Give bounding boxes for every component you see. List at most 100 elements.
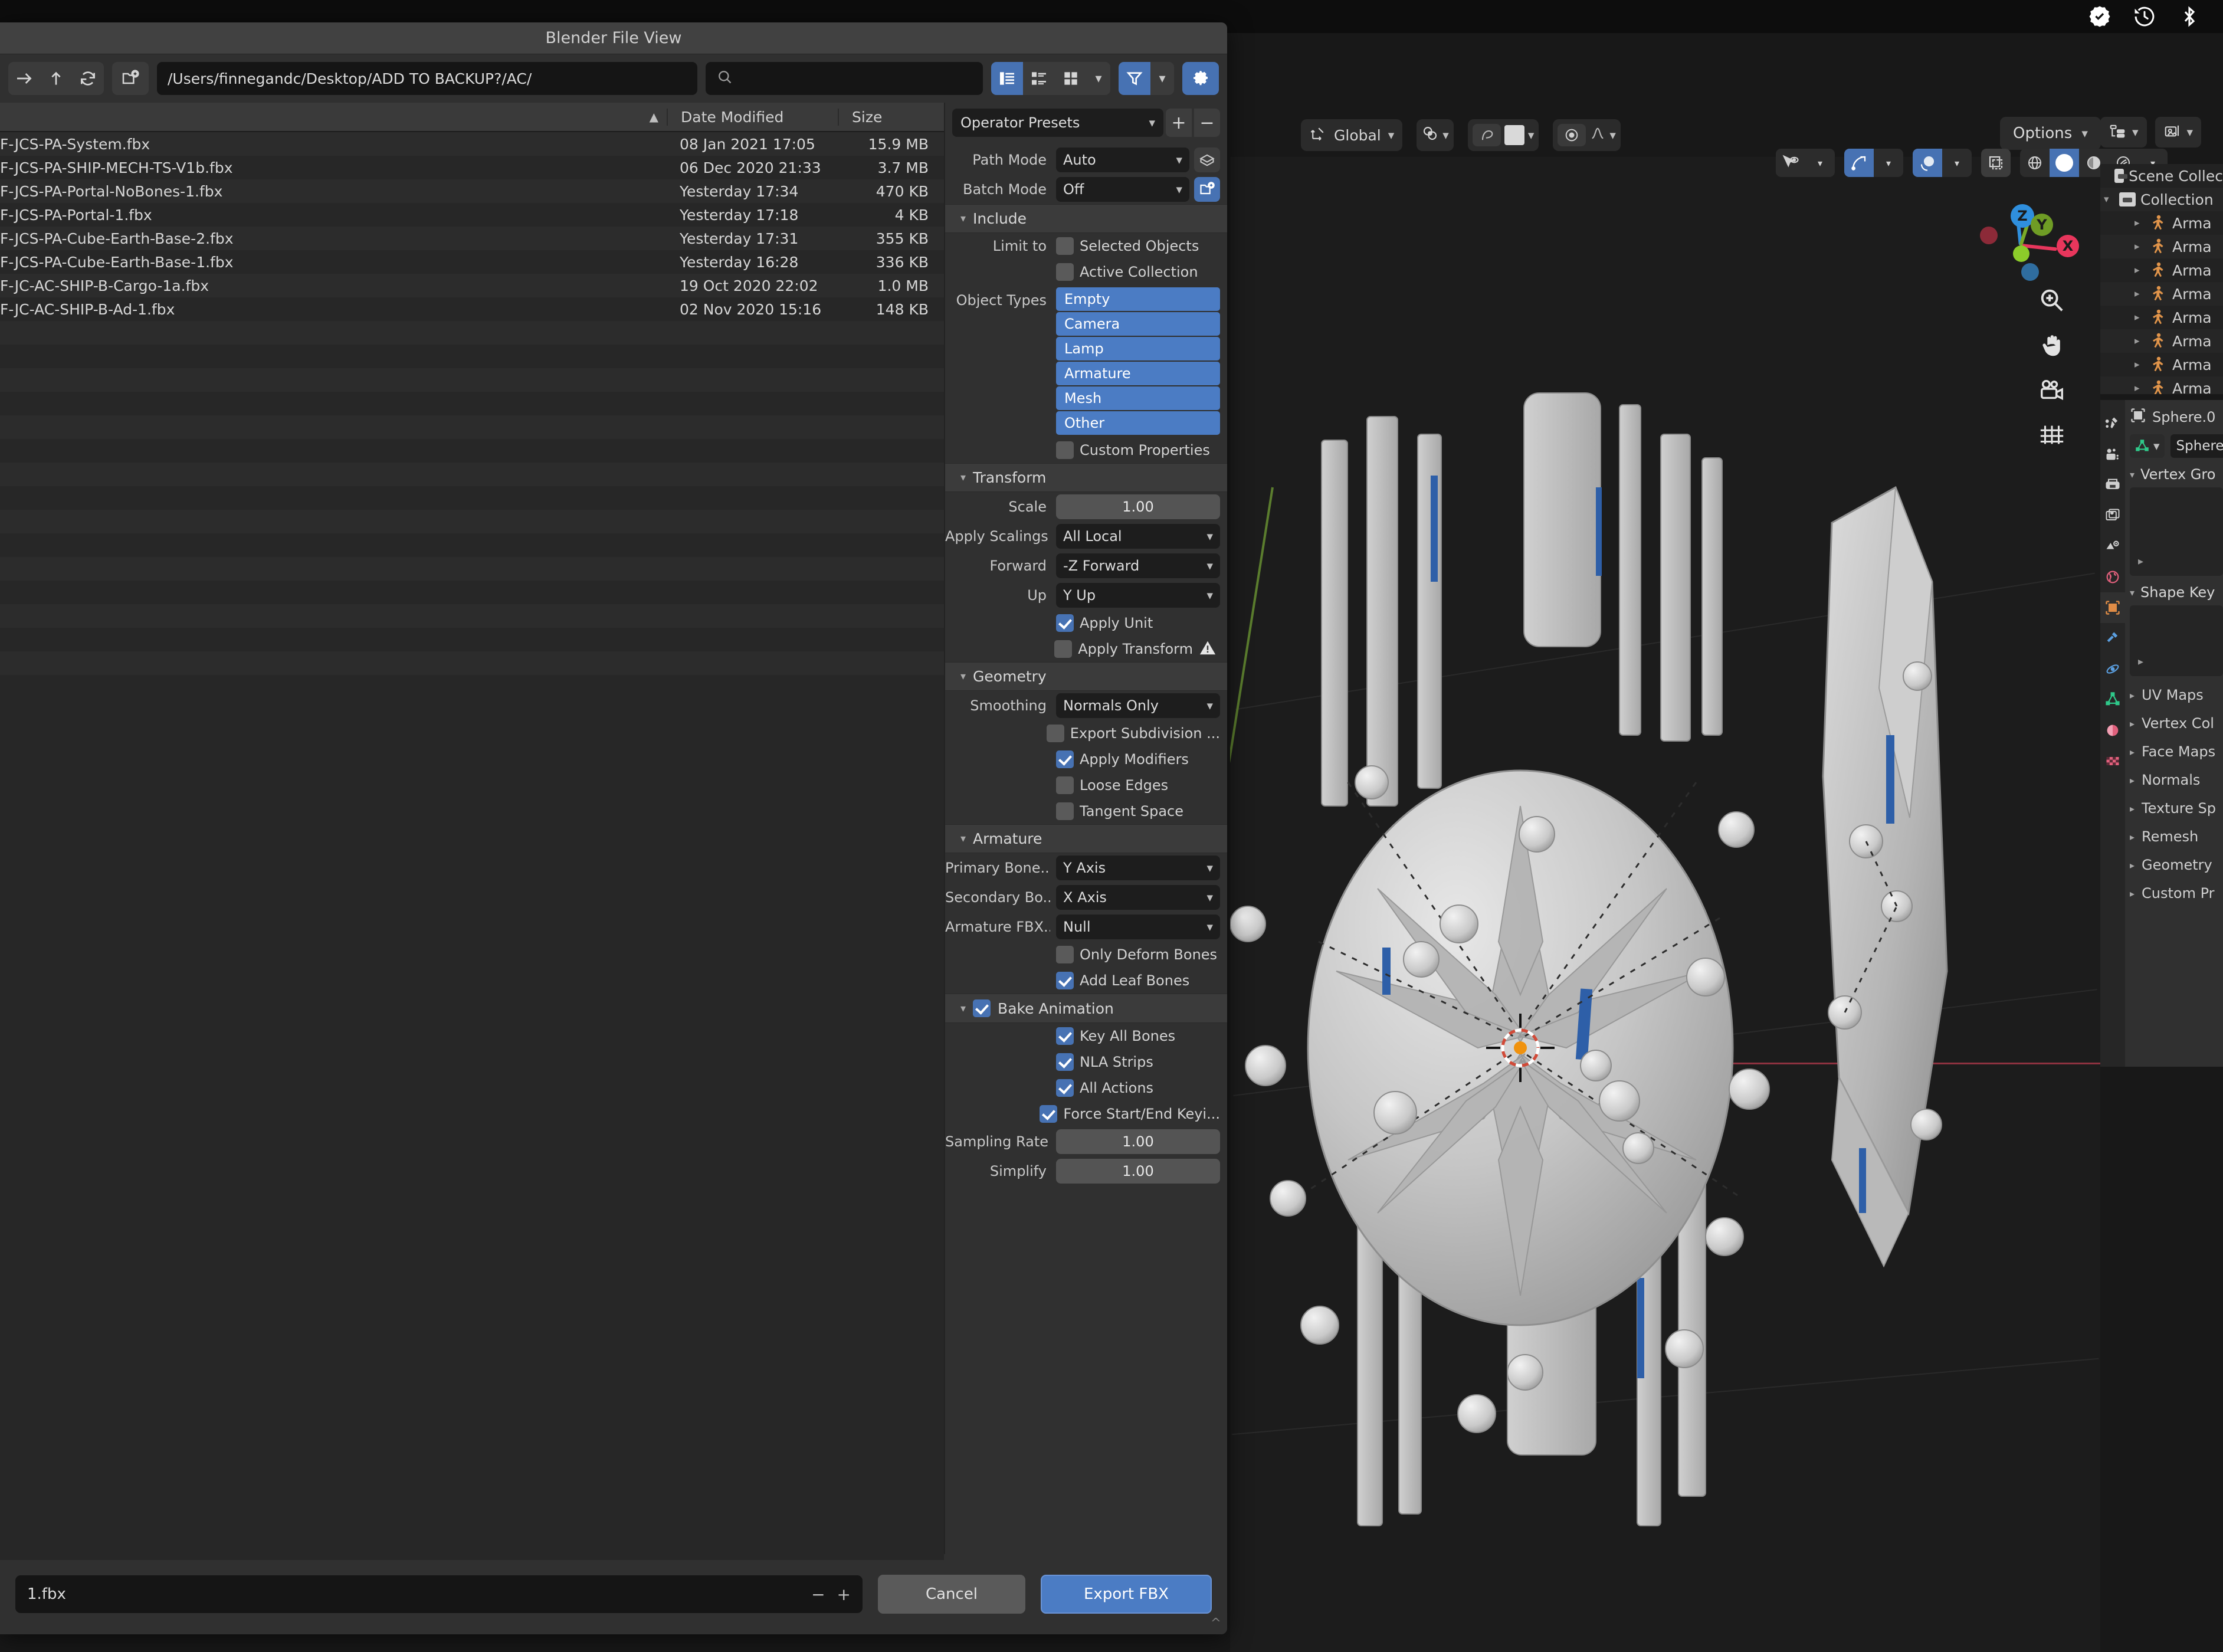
disclosure-triangle-down-icon[interactable]: ▾: [2104, 194, 2114, 205]
camera-view-icon[interactable]: [2038, 376, 2065, 406]
object-type-armature[interactable]: Armature: [1056, 362, 1220, 385]
only-deform-bones-checkbox[interactable]: [1056, 946, 1074, 963]
panel-transform-header[interactable]: ▾ Transform: [945, 463, 1227, 492]
tab-texture[interactable]: [2100, 746, 2125, 776]
table-row[interactable]: F-JCS-PA-Portal-NoBones-1.fbx Yesterday …: [0, 179, 944, 203]
chevron-down-icon[interactable]: ▾: [2153, 439, 2160, 453]
active-collection-checkbox[interactable]: [1056, 263, 1074, 281]
disclosure-triangle-right-icon[interactable]: ▸: [2130, 746, 2135, 758]
snap-dropdown[interactable]: ▾: [1417, 119, 1454, 151]
loose-edges-checkbox[interactable]: [1056, 776, 1074, 794]
check-badge-icon[interactable]: [2087, 4, 2112, 29]
disclosure-triangle-down-icon[interactable]: ▾: [960, 212, 966, 225]
disclosure-triangle-down-icon[interactable]: ▾: [960, 670, 966, 683]
gizmo-neg-y-ball[interactable]: [2013, 245, 2029, 262]
outliner-item-armature[interactable]: ▸ Arma: [2100, 376, 2223, 394]
pivot-point-icon[interactable]: [1558, 124, 1586, 146]
filter-settings-gear-icon[interactable]: [1182, 62, 1219, 95]
viewport-options-dropdown[interactable]: Options ▾: [2000, 117, 2101, 150]
section-shape-keys[interactable]: ▾ Shape Key: [2130, 584, 2223, 601]
remove-preset-button[interactable]: −: [1194, 109, 1220, 137]
disclosure-triangle-right-icon[interactable]: ▸: [2135, 264, 2145, 276]
vertex-groups-list[interactable]: [2130, 487, 2223, 576]
prop-section-uv-maps[interactable]: ▸ UV Maps: [2130, 681, 2223, 709]
xray-group[interactable]: [1981, 149, 2011, 177]
outliner-item-armature[interactable]: ▸ Arma: [2100, 211, 2223, 235]
table-row[interactable]: F-JCS-PA-Cube-Earth-Base-2.fbx Yesterday…: [0, 227, 944, 250]
wireframe-shading-icon[interactable]: [2020, 149, 2050, 177]
object-type-mesh[interactable]: Mesh: [1056, 386, 1220, 410]
primary-bone-select[interactable]: Y Axis ▾: [1056, 856, 1220, 880]
falloff-curve-icon[interactable]: [1589, 125, 1606, 145]
disclosure-triangle-right-icon[interactable]: ▸: [2135, 312, 2145, 323]
chevron-down-icon[interactable]: ▾: [1087, 62, 1110, 95]
disclosure-triangle-right-icon[interactable]: ▸: [2130, 803, 2135, 814]
add-preset-button[interactable]: +: [1166, 109, 1192, 137]
gizmo-x-ball[interactable]: X: [2057, 235, 2079, 257]
sampling-rate-field[interactable]: 1.00: [1056, 1129, 1220, 1154]
chevron-down-icon[interactable]: ▾: [1206, 559, 1213, 573]
tab-scene[interactable]: [2100, 531, 2125, 562]
add-leaf-bones-checkbox[interactable]: [1056, 972, 1074, 989]
gizmo-neg-x-ball[interactable]: [1980, 227, 1998, 244]
mesh-datablock-row[interactable]: ▾ Sphere: [2130, 434, 2223, 458]
chevron-down-icon[interactable]: ▾: [1942, 149, 1972, 177]
path-input[interactable]: /Users/finnegandc/Desktop/ADD TO BACKUP?…: [157, 62, 697, 95]
prop-section-remesh[interactable]: ▸ Remesh: [2130, 822, 2223, 851]
operator-presets-dropdown[interactable]: Operator Presets ▾: [952, 109, 1163, 137]
gizmo-group[interactable]: ▾: [1844, 149, 1903, 177]
scale-value-field[interactable]: 1.00: [1056, 494, 1220, 519]
3d-viewport[interactable]: [1230, 157, 2100, 1652]
prop-section-geometry[interactable]: ▸ Geometry: [2130, 851, 2223, 879]
disclosure-triangle-down-icon[interactable]: ▾: [2130, 587, 2135, 598]
overlays-group[interactable]: ▾: [1913, 149, 1972, 177]
disclosure-triangle-down-icon[interactable]: ▾: [960, 832, 966, 845]
detail-view-icon[interactable]: [1023, 62, 1055, 95]
table-row[interactable]: F-JCS-PA-System.fbx 08 Jan 2021 17:05 15…: [0, 132, 944, 156]
show-gizmo-icon[interactable]: [1844, 149, 1874, 177]
falloff-group[interactable]: ▾: [1553, 119, 1621, 151]
new-folder-icon[interactable]: [112, 62, 149, 95]
force-start-end-keying-checkbox[interactable]: [1040, 1105, 1058, 1123]
column-size[interactable]: Size: [838, 108, 944, 126]
disclosure-triangle-right-icon[interactable]: ▸: [2130, 831, 2135, 843]
mesh-name-field[interactable]: Sphere: [2170, 434, 2223, 458]
table-row[interactable]: F-JC-AC-SHIP-B-Cargo-1a.fbx 19 Oct 2020 …: [0, 274, 944, 297]
thumbnail-view-icon[interactable]: [1055, 62, 1087, 95]
tab-tool[interactable]: [2100, 408, 2125, 439]
outliner-item-armature[interactable]: ▸ Arma: [2100, 306, 2223, 329]
outliner-display-mode-dropdown[interactable]: ▾: [2100, 117, 2147, 148]
tab-object-data[interactable]: [2100, 684, 2125, 715]
object-type-empty[interactable]: Empty: [1056, 287, 1220, 311]
tab-physics[interactable]: [2100, 654, 2125, 684]
key-all-bones-checkbox[interactable]: [1056, 1027, 1074, 1045]
resize-grip-icon[interactable]: ^: [1211, 1616, 1221, 1631]
chevron-down-icon[interactable]: ▾: [1149, 116, 1155, 130]
outliner-item-armature[interactable]: ▸ Arma: [2100, 282, 2223, 306]
bluetooth-icon[interactable]: [2177, 4, 2202, 29]
prop-section-normals[interactable]: ▸ Normals: [2130, 766, 2223, 794]
panel-geometry-header[interactable]: ▾ Geometry: [945, 662, 1227, 691]
table-row[interactable]: F-JCS-PA-SHIP-MECH-TS-V1b.fbx 06 Dec 202…: [0, 156, 944, 179]
table-row[interactable]: F-JCS-PA-Portal-1.fbx Yesterday 17:18 4 …: [0, 203, 944, 227]
select-visibility-icon[interactable]: [1776, 149, 1805, 177]
disclosure-triangle-right-icon[interactable]: ▸: [2130, 860, 2135, 871]
disclosure-triangle-right-icon[interactable]: ▸: [2135, 359, 2145, 371]
proportional-edit-icon[interactable]: [1472, 124, 1501, 146]
apply-unit-checkbox[interactable]: [1056, 614, 1074, 632]
mesh-data-browse-button[interactable]: ▾: [2130, 434, 2165, 458]
apply-modifiers-checkbox[interactable]: [1056, 750, 1074, 768]
file-list-pane[interactable]: ▲ Date Modified Size F-JCS-PA-System.fbx…: [0, 103, 944, 1560]
chevron-down-icon[interactable]: ▾: [2132, 125, 2139, 139]
sort-ascending-icon[interactable]: ▲: [650, 110, 658, 124]
panel-bake-animation-header[interactable]: ▾ Bake Animation: [945, 994, 1227, 1023]
tangent-space-checkbox[interactable]: [1056, 802, 1074, 820]
secondary-bone-select[interactable]: X Axis ▾: [1056, 885, 1220, 910]
export-subdivision-checkbox[interactable]: [1046, 725, 1064, 742]
batch-mode-select[interactable]: Off ▾: [1056, 177, 1189, 202]
smoothing-select[interactable]: Normals Only ▾: [1056, 693, 1220, 718]
tab-view-layer[interactable]: [2100, 500, 2125, 531]
tab-material[interactable]: [2100, 715, 2125, 746]
back-arrow-icon[interactable]: [8, 62, 40, 95]
tab-object[interactable]: [2100, 592, 2125, 623]
